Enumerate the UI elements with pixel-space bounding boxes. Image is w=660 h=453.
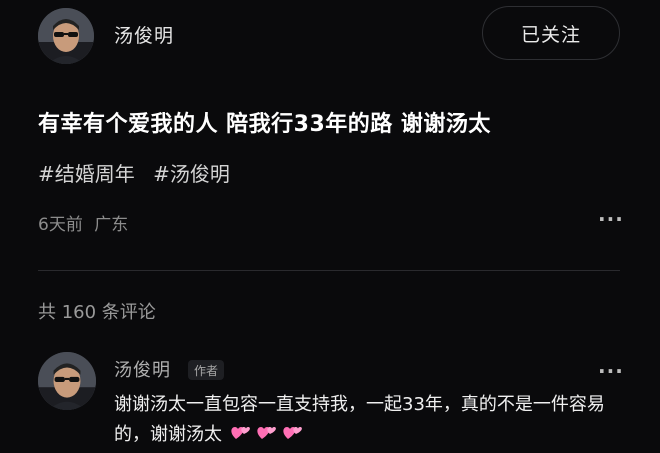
follow-button[interactable]: 已关注 xyxy=(482,6,620,60)
comment-count: 共 160 条评论 xyxy=(38,302,156,323)
post-time: 6天前 xyxy=(38,215,83,235)
more-options-icon[interactable]: ··· xyxy=(598,361,624,381)
two-hearts-icon xyxy=(282,423,304,453)
two-hearts-icon xyxy=(230,423,252,453)
comment-body: 谢谢汤太一直包容一直支持我，一起33年，真的不是一件容易的，谢谢汤太 xyxy=(114,390,630,453)
author-name[interactable]: 汤俊明 xyxy=(114,21,174,48)
post-title: 有幸有个爱我的人 陪我行33年的路 谢谢汤太 xyxy=(38,112,491,137)
avatar-photo xyxy=(38,352,96,410)
post-meta: 6天前 广东 xyxy=(38,210,134,235)
hashtag-link[interactable]: #汤俊明 xyxy=(153,162,230,186)
divider xyxy=(38,270,620,271)
author-badge: 作者 xyxy=(188,360,225,380)
hashtag-list: #结婚周年 #汤俊明 xyxy=(38,158,242,187)
hashtag-link[interactable]: #结婚周年 xyxy=(38,162,135,186)
two-hearts-icon xyxy=(256,423,278,453)
commenter-avatar[interactable] xyxy=(38,352,96,410)
commenter-name[interactable]: 汤俊明 xyxy=(114,356,171,382)
avatar-photo xyxy=(38,8,94,64)
author-avatar[interactable] xyxy=(38,8,94,64)
comment-text: 谢谢汤太一直包容一直支持我，一起33年，真的不是一件容易的，谢谢汤太 xyxy=(114,394,605,445)
post-location: 广东 xyxy=(94,215,129,235)
more-options-icon[interactable]: ··· xyxy=(598,209,624,229)
